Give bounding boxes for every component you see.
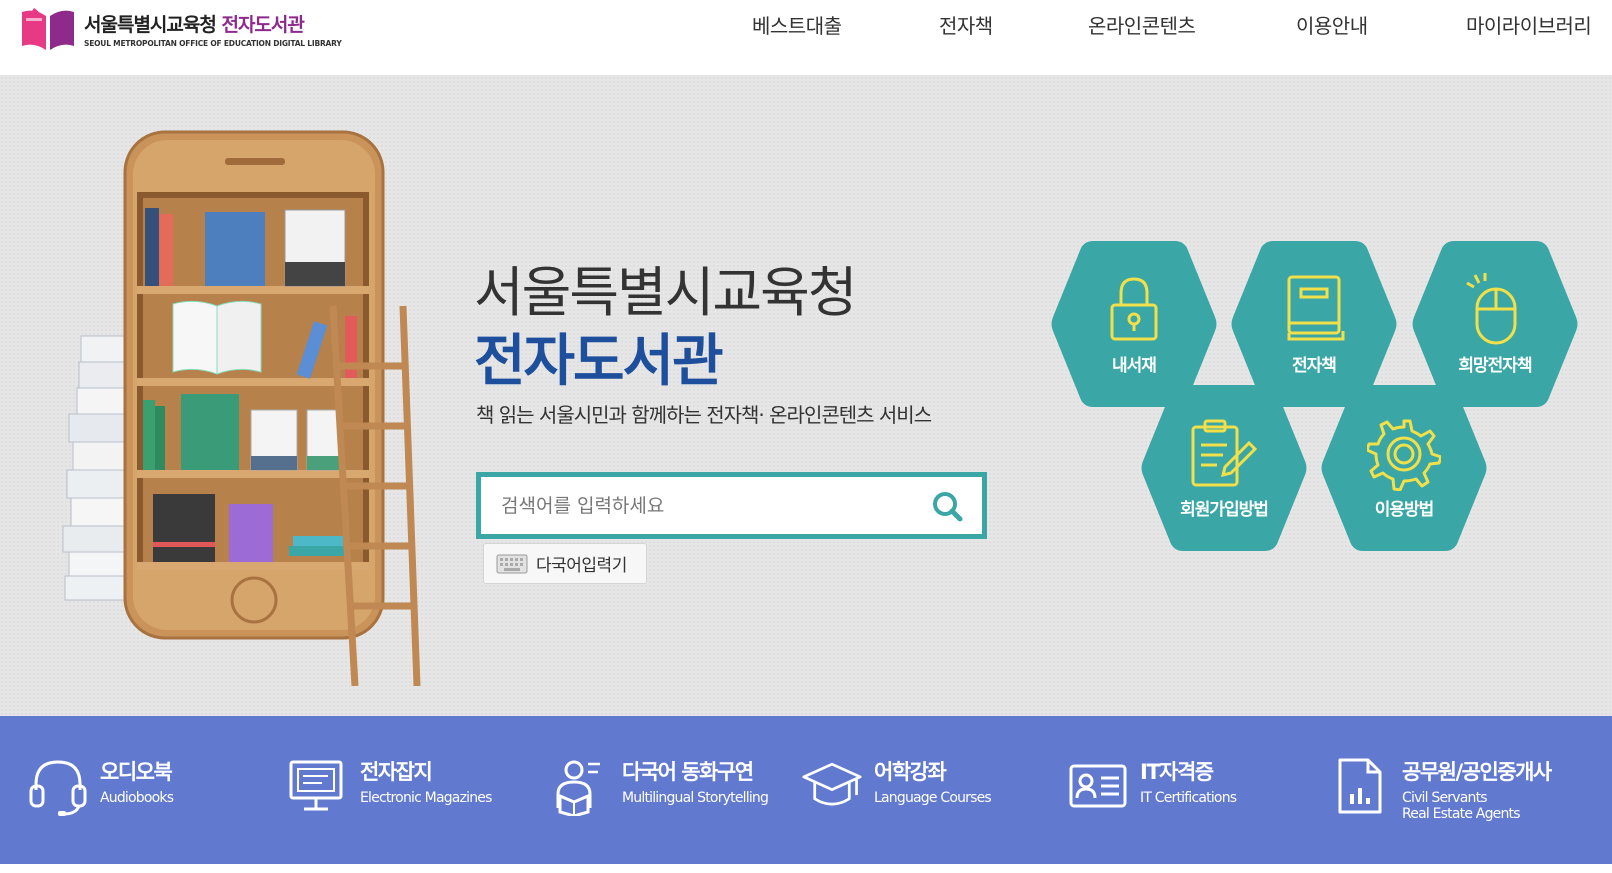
nav-guide[interactable]: 이용안내 bbox=[1296, 10, 1368, 39]
quick-menu-label: 전자책 bbox=[1292, 356, 1337, 376]
category-civil-servants-realtors[interactable]: 공무원/공인중개사 Civil Servants Real Estate Agen… bbox=[1330, 756, 1600, 836]
id-card-icon bbox=[1069, 764, 1127, 808]
category-multilingual-storytelling[interactable]: 다국어 동화구연 Multilingual Storytelling bbox=[550, 756, 800, 836]
bookshelf-phone-illustration bbox=[55, 126, 455, 687]
category-language-courses[interactable]: 어학강좌 Language Courses bbox=[802, 756, 1042, 836]
headphones-icon bbox=[29, 760, 87, 816]
nav-best-loans[interactable]: 베스트대출 bbox=[752, 10, 842, 39]
gear-icon bbox=[1367, 419, 1441, 491]
keyboard-icon bbox=[496, 554, 528, 573]
search-icon bbox=[933, 492, 963, 522]
nav-my-library[interactable]: 마이라이브러리 bbox=[1466, 10, 1592, 39]
category-english: Multilingual Storytelling bbox=[622, 790, 769, 806]
hero-subtitle: 책 읽는 서울시민과 함께하는 전자책· 온라인콘텐츠 서비스 bbox=[476, 403, 932, 427]
page-bottom-strip bbox=[0, 864, 1612, 873]
hero-section: 서울특별시교육청 전자도서관 책 읽는 서울시민과 함께하는 전자책· 온라인콘… bbox=[0, 76, 1612, 716]
logo-book-icon bbox=[20, 6, 76, 52]
category-emagazines[interactable]: 전자잡지 Electronic Magazines bbox=[288, 756, 528, 836]
multilingual-keyboard-label: 다국어입력기 bbox=[536, 556, 627, 576]
logo-subtitle: SEOUL METROPOLITAN OFFICE OF EDUCATION D… bbox=[84, 39, 342, 48]
lock-icon bbox=[1110, 277, 1158, 341]
quick-menu-label: 희망전자책 bbox=[1458, 356, 1532, 376]
search-input[interactable] bbox=[481, 477, 901, 534]
graduation-cap-icon bbox=[802, 762, 862, 806]
book-icon bbox=[1287, 275, 1345, 341]
nav-online-contents[interactable]: 온라인콘텐츠 bbox=[1088, 10, 1196, 39]
quick-menu-label: 이용방법 bbox=[1374, 500, 1435, 520]
nav-ebooks[interactable]: 전자책 bbox=[939, 10, 993, 39]
logo-title: 서울특별시교육청 전자도서관 bbox=[84, 14, 305, 36]
category-title: IT자격증 bbox=[1140, 760, 1214, 784]
quick-menu-label: 내서재 bbox=[1112, 356, 1157, 376]
category-english: Audiobooks bbox=[100, 790, 174, 806]
category-title: 오디오북 bbox=[100, 760, 173, 784]
monitor-icon bbox=[289, 760, 343, 811]
category-title: 다국어 동화구연 bbox=[622, 760, 754, 784]
category-english: IT Certifications bbox=[1140, 790, 1237, 806]
category-english: Electronic Magazines bbox=[360, 790, 492, 806]
site-logo[interactable]: 서울특별시교육청 전자도서관 SEOUL METROPOLITAN OFFICE… bbox=[20, 4, 342, 54]
category-it-certifications[interactable]: IT자격증 IT Certifications bbox=[1068, 756, 1288, 836]
category-english: Language Courses bbox=[874, 790, 992, 806]
multilingual-keyboard-button[interactable]: 다국어입력기 bbox=[483, 543, 647, 584]
search-box bbox=[476, 472, 987, 539]
search-button[interactable] bbox=[928, 487, 968, 527]
category-audiobooks[interactable]: 오디오북 Audiobooks bbox=[28, 756, 268, 836]
quick-menu-how-to-use[interactable]: 이용방법 bbox=[1319, 381, 1489, 555]
quick-menu-label: 회원가입방법 bbox=[1180, 500, 1269, 520]
category-title: 어학강좌 bbox=[874, 760, 947, 784]
header: 서울특별시교육청 전자도서관 SEOUL METROPOLITAN OFFICE… bbox=[0, 0, 1612, 76]
category-english: Civil Servants Real Estate Agents bbox=[1402, 790, 1521, 822]
category-bar: 오디오북 Audiobooks 전자잡지 Electronic Magazine… bbox=[0, 716, 1612, 864]
storyteller-icon bbox=[556, 760, 600, 816]
category-title: 전자잡지 bbox=[360, 760, 433, 784]
mouse-icon bbox=[1466, 273, 1517, 345]
quick-menu-signup-guide[interactable]: 회원가입방법 bbox=[1139, 381, 1309, 555]
main-nav: 베스트대출 전자책 온라인콘텐츠 이용안내 마이라이브러리 bbox=[720, 10, 1612, 40]
document-chart-icon bbox=[1338, 758, 1382, 814]
clipboard-pen-icon bbox=[1191, 419, 1258, 487]
hero-title-line2: 전자도서관 bbox=[474, 329, 724, 394]
category-title: 공무원/공인중개사 bbox=[1402, 760, 1552, 784]
